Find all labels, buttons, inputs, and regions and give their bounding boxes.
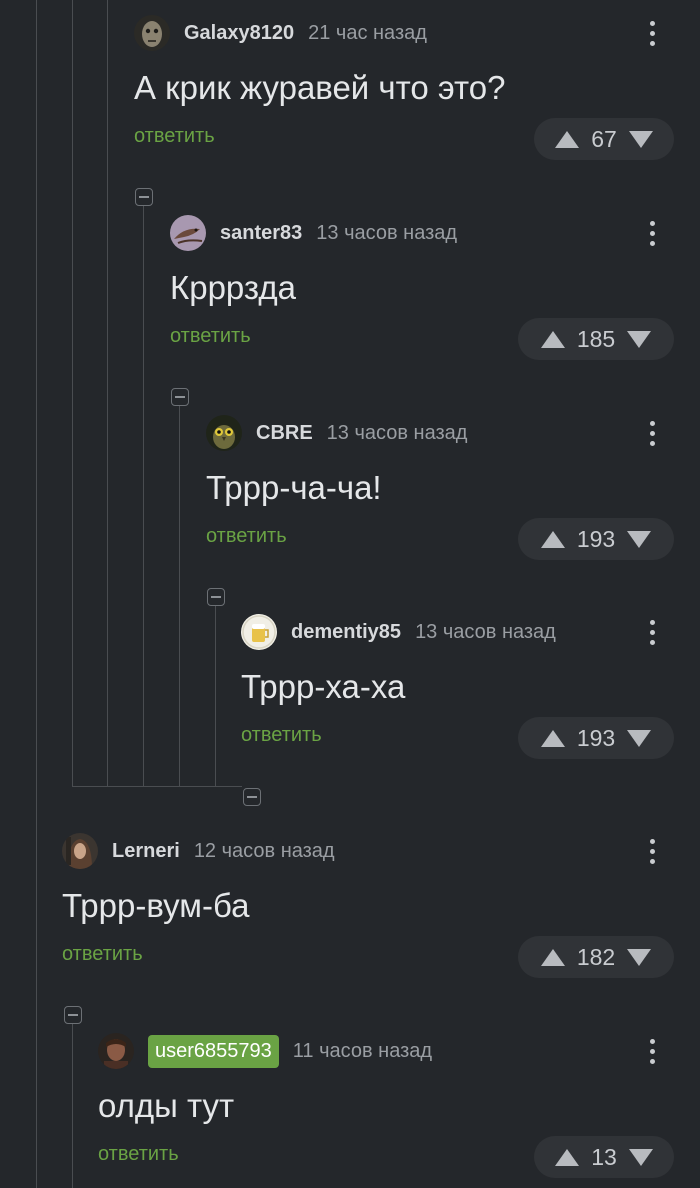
timestamp[interactable]: 13 часов назад <box>415 621 556 644</box>
comment: dementiy85 13 часов назад Трpp-ха-ха отв… <box>241 614 674 764</box>
girl-avatar-icon[interactable] <box>62 833 98 869</box>
timestamp[interactable]: 13 часов назад <box>316 222 457 245</box>
comment-header: dementiy85 13 часов назад <box>241 614 556 650</box>
thread-line <box>72 0 73 786</box>
vote-control: 13 <box>534 1136 674 1178</box>
upvote-icon[interactable] <box>555 130 580 148</box>
username[interactable]: santer83 <box>220 222 302 245</box>
reply-link[interactable]: ответить <box>134 125 215 148</box>
collapse-thread-button[interactable] <box>171 388 189 406</box>
collapse-thread-button[interactable] <box>207 588 225 606</box>
owl-avatar-icon[interactable] <box>206 415 242 451</box>
thread-line <box>72 1024 73 1188</box>
comment-header: Lerneri 12 часов назад <box>62 833 335 869</box>
comment: user6855793 11 часов назад олды тут отве… <box>98 1033 674 1183</box>
more-options-icon[interactable] <box>637 1033 667 1069</box>
more-options-icon[interactable] <box>637 833 667 869</box>
timestamp[interactable]: 13 часов назад <box>327 422 468 445</box>
downvote-icon[interactable] <box>627 729 652 747</box>
person-avatar-icon[interactable] <box>98 1033 134 1069</box>
reply-link[interactable]: ответить <box>206 525 287 548</box>
thread-line <box>72 786 242 787</box>
rating-count: 193 <box>576 724 616 751</box>
timestamp[interactable]: 11 часов назад <box>293 1040 432 1063</box>
upvote-icon[interactable] <box>540 729 565 747</box>
vote-control: 182 <box>518 936 674 978</box>
comment-text: А крик журавей что это? <box>134 69 506 106</box>
comment-text: Трpp-ча-ча! <box>206 469 382 506</box>
downvote-icon[interactable] <box>628 130 653 148</box>
collapse-thread-button[interactable] <box>243 788 261 806</box>
thread-line <box>107 0 108 786</box>
comment: santer83 13 часов назад Крррзда ответить… <box>170 215 674 365</box>
upvote-icon[interactable] <box>540 530 565 548</box>
reply-link[interactable]: ответить <box>241 724 322 747</box>
lizard-avatar-icon[interactable] <box>170 215 206 251</box>
username[interactable]: user6855793 <box>148 1034 279 1068</box>
rating-count: 182 <box>576 943 616 970</box>
beer-avatar-icon[interactable] <box>241 614 277 650</box>
downvote-icon[interactable] <box>627 530 652 548</box>
username[interactable]: Lerneri <box>112 840 180 863</box>
username[interactable]: dementiy85 <box>291 621 401 644</box>
comment-header: santer83 13 часов назад <box>170 215 457 251</box>
collapse-thread-button[interactable] <box>135 188 153 206</box>
username[interactable]: CBRE <box>256 422 313 445</box>
comment-text: олды тут <box>98 1087 235 1124</box>
more-options-icon[interactable] <box>637 415 667 451</box>
reply-link[interactable]: ответить <box>98 1143 179 1166</box>
upvote-icon[interactable] <box>540 330 565 348</box>
more-options-icon[interactable] <box>637 15 667 51</box>
face-avatar-icon[interactable] <box>134 15 170 51</box>
thread-line <box>143 206 144 786</box>
comment: CBRE 13 часов назад Трpp-ча-ча! ответить… <box>206 415 674 565</box>
vote-control: 67 <box>534 118 674 160</box>
comment-text: Трpp-вум-ба <box>62 887 250 924</box>
comment: Galaxy8120 21 час назад А крик журавей ч… <box>134 15 674 165</box>
thread-line <box>179 406 180 786</box>
rating-count: 185 <box>576 325 616 352</box>
downvote-icon[interactable] <box>628 1148 653 1166</box>
more-options-icon[interactable] <box>637 614 667 650</box>
thread-line <box>215 606 216 786</box>
comment-header: CBRE 13 часов назад <box>206 415 467 451</box>
downvote-icon[interactable] <box>627 330 652 348</box>
comment: Lerneri 12 часов назад Трpp-вум-ба ответ… <box>62 833 674 983</box>
rating-count: 13 <box>591 1143 617 1170</box>
upvote-icon[interactable] <box>555 1148 580 1166</box>
username[interactable]: Galaxy8120 <box>184 22 294 45</box>
more-options-icon[interactable] <box>637 215 667 251</box>
timestamp[interactable]: 21 час назад <box>308 22 427 45</box>
comment-header: Galaxy8120 21 час назад <box>134 15 427 51</box>
rating-count: 193 <box>576 525 616 552</box>
timestamp[interactable]: 12 часов назад <box>194 840 335 863</box>
vote-control: 193 <box>518 717 674 759</box>
thread-line <box>36 0 37 1188</box>
rating-count: 67 <box>591 125 617 152</box>
comment-header: user6855793 11 часов назад <box>98 1033 432 1069</box>
reply-link[interactable]: ответить <box>170 325 251 348</box>
vote-control: 185 <box>518 318 674 360</box>
downvote-icon[interactable] <box>627 948 652 966</box>
vote-control: 193 <box>518 518 674 560</box>
upvote-icon[interactable] <box>540 948 565 966</box>
reply-link[interactable]: ответить <box>62 943 143 966</box>
comment-text: Крррзда <box>170 269 296 306</box>
comment-text: Трpp-ха-ха <box>241 668 406 705</box>
collapse-thread-button[interactable] <box>64 1006 82 1024</box>
